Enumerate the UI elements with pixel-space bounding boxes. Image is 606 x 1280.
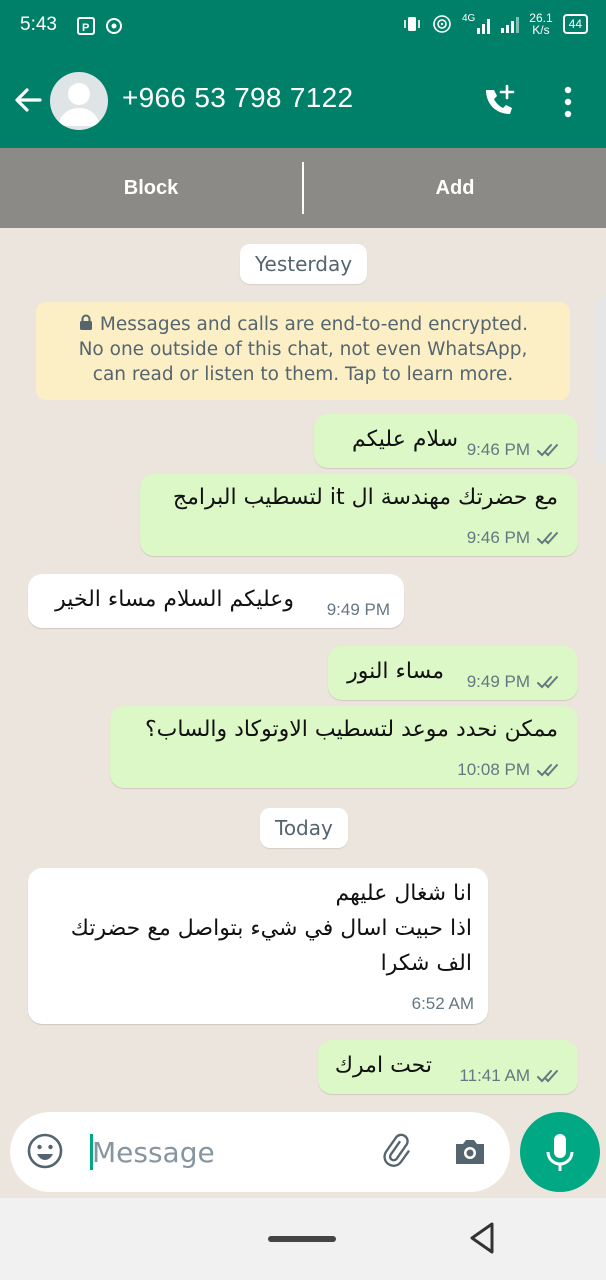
svg-text:P: P (82, 22, 89, 34)
message-line: انا شغال عليهم (335, 881, 473, 906)
double-check-icon (537, 532, 558, 545)
message-time: 9:49 PM (466, 672, 530, 691)
battery-level: 44 (568, 17, 582, 31)
message-text: مساء النور (347, 659, 444, 684)
message-time: 9:49 PM (326, 600, 390, 619)
status-time: 5:43 (20, 14, 57, 35)
more-vert-icon[interactable] (556, 82, 580, 122)
nav-back-icon[interactable] (466, 1220, 500, 1256)
message-meta: 9:46 PM (467, 440, 564, 460)
message-input[interactable] (92, 1132, 372, 1172)
signal-label: 4G (461, 13, 476, 24)
hotspot-icon (106, 18, 122, 34)
message-meta: 9:49 PM (327, 600, 390, 620)
double-check-icon (537, 1070, 558, 1083)
network-speed-unit: K/s (532, 23, 550, 37)
double-check-icon (537, 764, 558, 777)
message-text: ممكن نحدد موعد لتسطيب الاوتوكاد والساب؟ (144, 717, 558, 742)
message-time: 10:08 PM (457, 760, 530, 779)
system-navigation-bar (0, 1198, 606, 1280)
lock-icon (80, 314, 93, 330)
message-text: مع حضرتك مهندسة ال it لتسطيب البرامج (172, 485, 558, 510)
home-gesture-bar[interactable] (268, 1236, 336, 1242)
message-time: 9:46 PM (466, 528, 530, 547)
message-bubble-outgoing[interactable]: مساء النور 9:49 PM (328, 646, 578, 700)
message-time: 6:52 AM (411, 994, 474, 1013)
status-system-icons: 4G 26.1 K/s 44 (402, 12, 588, 36)
message-meta: 6:52 AM (412, 994, 474, 1014)
encryption-line-2: No one outside of this chat, not even Wh… (78, 339, 528, 360)
message-meta: 11:41 AM (459, 1066, 564, 1086)
message-bubble-outgoing[interactable]: سلام عليكم 9:46 PM (314, 414, 578, 468)
message-line: الف شكرا (380, 951, 472, 976)
message-time: 11:41 AM (459, 1066, 530, 1085)
emoji-icon[interactable] (26, 1132, 64, 1170)
avatar[interactable] (50, 72, 108, 130)
message-text: وعليكم السلام مساء الخير (55, 587, 294, 612)
battery-icon: 44 (562, 14, 588, 34)
chat-message-list[interactable]: Yesterday Messages and calls are end-to-… (0, 228, 606, 1198)
add-contact-button[interactable]: Add (304, 148, 606, 228)
status-notification-icons: P (76, 16, 124, 36)
message-bubble-outgoing[interactable]: تحت امرك 11:41 AM (318, 1040, 578, 1094)
signal-4g-icon: 4G (462, 14, 491, 34)
double-check-icon (537, 444, 558, 457)
message-text: سلام عليكم (351, 427, 458, 452)
vibrate-icon (404, 17, 420, 31)
scroll-indicator[interactable] (594, 298, 606, 463)
contact-name[interactable]: +966 53 798 7122 (122, 82, 353, 114)
message-bubble-outgoing[interactable]: ممكن نحدد موعد لتسطيب الاوتوكاد والساب؟ … (110, 706, 578, 788)
attach-icon[interactable] (376, 1132, 416, 1172)
encryption-notice[interactable]: Messages and calls are end-to-end encryp… (36, 302, 570, 400)
block-button[interactable]: Block (0, 148, 302, 228)
message-text: تحت امرك (334, 1053, 432, 1078)
avatar-icon (58, 83, 100, 126)
voice-message-button[interactable] (520, 1112, 600, 1192)
network-speed: 26.1 K/s (529, 12, 552, 36)
wifi-calling-icon (433, 15, 451, 33)
date-chip-yesterday: Yesterday (240, 244, 368, 284)
message-bubble-outgoing[interactable]: مع حضرتك مهندسة ال it لتسطيب البرامج 9:4… (140, 474, 578, 556)
status-bar: 5:43 P 4G 26.1 K/s 44 (0, 0, 606, 56)
message-meta: 10:08 PM (457, 760, 564, 780)
unknown-contact-action-bar: Block Add (0, 148, 606, 228)
encryption-line-1: Messages and calls are end-to-end encryp… (99, 314, 528, 335)
parking-app-icon: P (77, 17, 95, 35)
signal-strength-icon (501, 17, 520, 33)
message-line: اذا حبيت اسال في شيء بتواصل مع حضرتك (70, 916, 472, 941)
message-meta: 9:49 PM (467, 672, 564, 692)
camera-icon[interactable] (450, 1132, 490, 1172)
encryption-line-3: can read or listen to them. Tap to learn… (92, 364, 514, 385)
add-call-icon[interactable] (478, 82, 518, 122)
message-time: 9:46 PM (466, 440, 530, 459)
back-arrow-icon[interactable] (10, 82, 46, 118)
mic-icon (546, 1134, 574, 1171)
chat-header: +966 53 798 7122 (0, 56, 606, 148)
message-meta: 9:46 PM (467, 528, 564, 548)
message-bubble-incoming[interactable]: انا شغال عليهم اذا حبيت اسال في شيء بتوا… (28, 868, 488, 1024)
message-compose-bar (10, 1112, 510, 1192)
date-chip-today: Today (260, 808, 348, 848)
message-bubble-incoming[interactable]: وعليكم السلام مساء الخير 9:49 PM (28, 574, 404, 628)
double-check-icon (537, 676, 558, 689)
